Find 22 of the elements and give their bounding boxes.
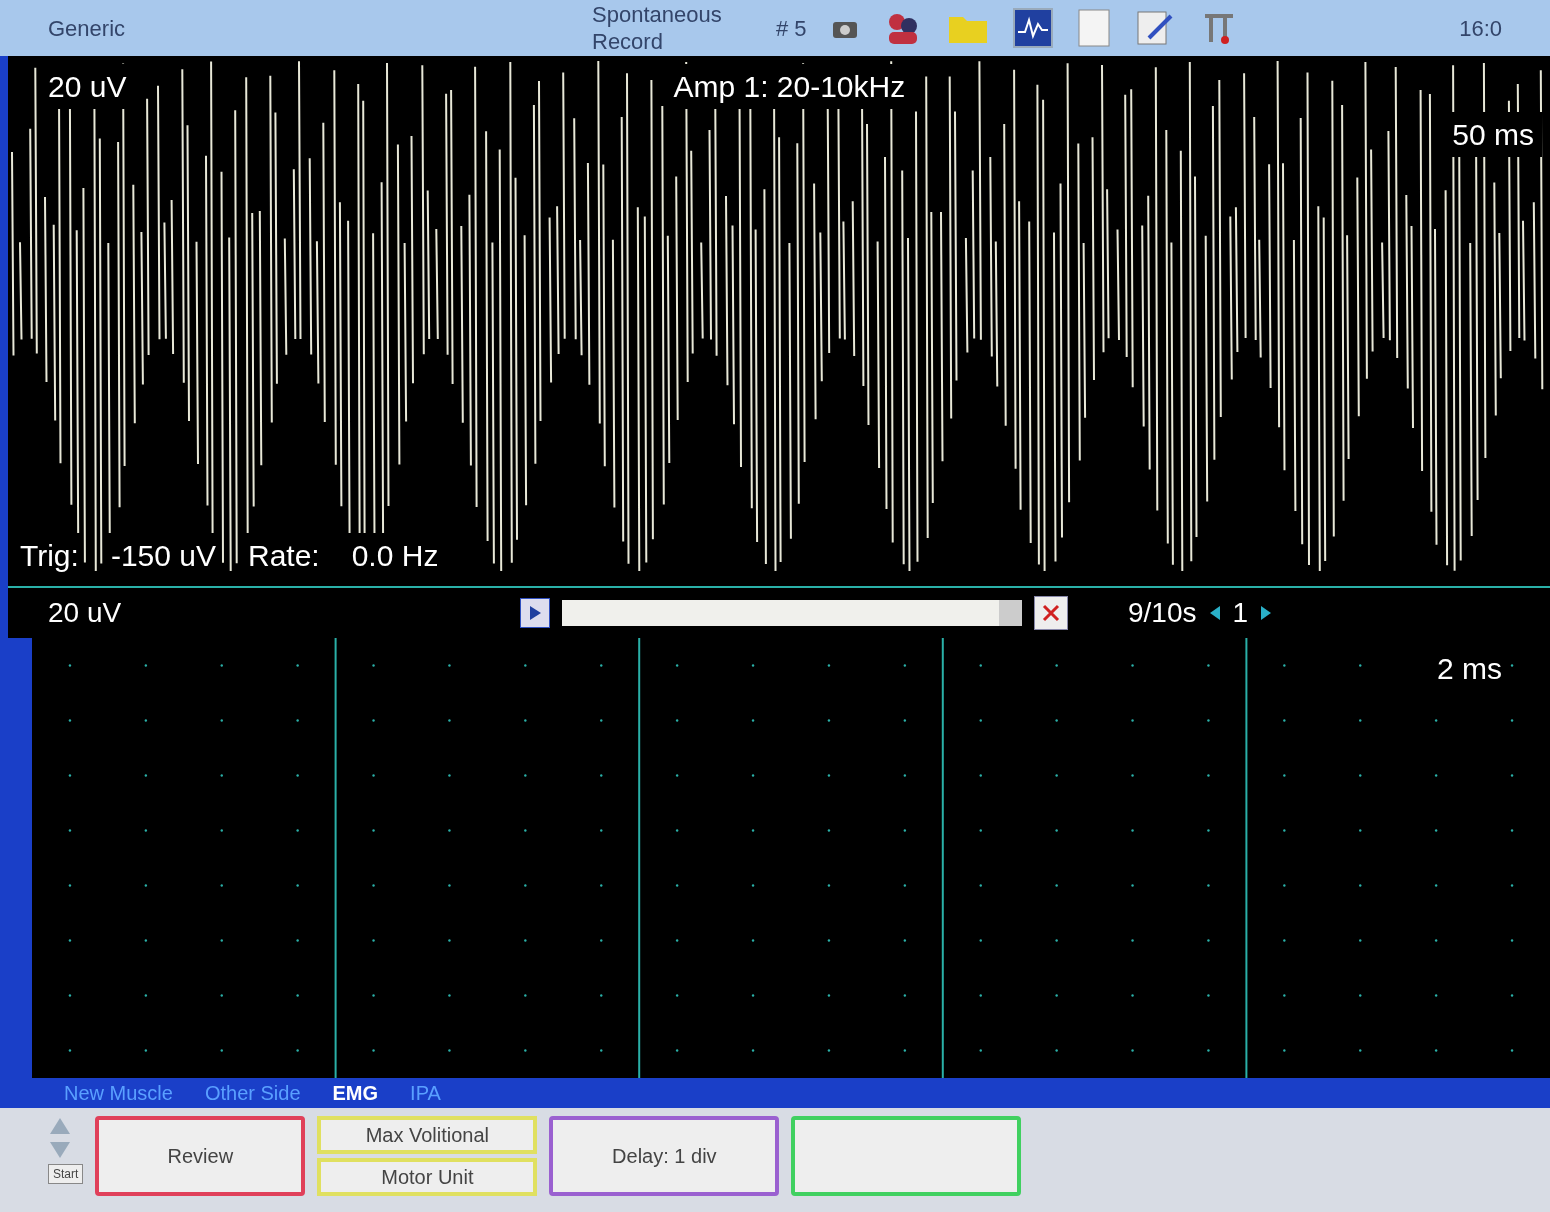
test-label: Record <box>592 28 664 56</box>
motor-unit-button[interactable]: Motor Unit <box>317 1158 538 1196</box>
play-button[interactable] <box>520 598 550 628</box>
play-icon <box>528 605 542 621</box>
mode-label: Generic <box>48 14 127 43</box>
delay-button[interactable]: Delay: 1 div <box>549 1116 780 1196</box>
edit-icon[interactable] <box>1134 8 1175 48</box>
left-arrow-icon[interactable] <box>1208 605 1221 621</box>
count-label: # 5 <box>776 14 807 43</box>
review-button[interactable]: Review <box>95 1116 306 1196</box>
tab[interactable]: EMG <box>332 1078 379 1108</box>
close-button[interactable] <box>1034 596 1068 630</box>
waveform-icon[interactable] <box>1012 8 1053 48</box>
test-label: Spontaneous <box>592 0 723 28</box>
start-button[interactable]: Start <box>48 1164 84 1184</box>
close-icon <box>1041 603 1061 623</box>
clock-label: 16:0 <box>1459 14 1502 43</box>
right-arrow-icon[interactable] <box>1260 605 1273 621</box>
sensitivity-label: 20 uV <box>48 596 123 630</box>
position-label: 9/10s <box>1128 596 1197 630</box>
page-label: 1 <box>1232 596 1249 630</box>
max-volitional-button[interactable]: Max Volitional <box>317 1116 538 1154</box>
